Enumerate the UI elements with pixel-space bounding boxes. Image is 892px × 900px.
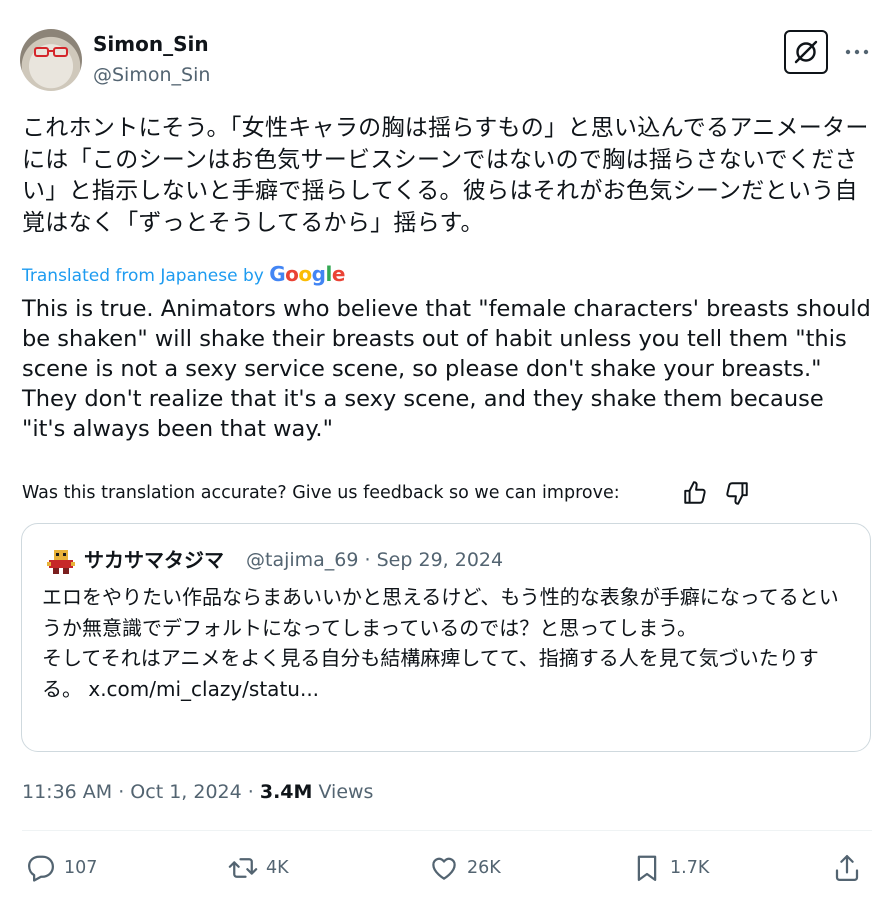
- post-timestamp: 11:36 AM · Oct 1, 2024 · 3.4M Views: [22, 778, 373, 806]
- view-count: 3.4M: [259, 781, 313, 803]
- thumbs-down-icon[interactable]: [724, 480, 750, 506]
- more-horizontal-icon: [845, 49, 869, 55]
- quoted-tweet[interactable]: サカサマタジマ @tajima_69 · Sep 29, 2024 エロをやりた…: [21, 523, 871, 752]
- reply-count: 107: [64, 858, 98, 878]
- quoted-date: Sep 29, 2024: [376, 549, 504, 571]
- reply-button[interactable]: 107: [26, 850, 97, 886]
- like-count: 26K: [467, 858, 501, 878]
- bookmark-button[interactable]: 1.7K: [632, 850, 709, 886]
- more-options-button[interactable]: [842, 34, 872, 70]
- glasses-icon: [34, 47, 68, 57]
- heart-icon: [432, 857, 456, 880]
- author-handle[interactable]: @Simon_Sin: [93, 63, 210, 87]
- bookmark-count: 1.7K: [670, 858, 710, 878]
- translation-feedback-prompt: Was this translation accurate? Give us f…: [22, 483, 620, 503]
- reply-icon: [28, 855, 54, 882]
- quoted-text: エロをやりたい作品ならまあいいかと思えるけど、もう性的な表象が手癖になってるとい…: [42, 585, 839, 701]
- share-icon: [835, 855, 859, 881]
- bookmark-icon: [637, 855, 657, 881]
- repost-count: 4K: [266, 858, 289, 878]
- quoted-author-avatar[interactable]: [46, 549, 76, 575]
- repost-button[interactable]: 4K: [228, 850, 289, 886]
- translated-label: Translated from Japanese by: [22, 266, 264, 286]
- quoted-meta-separator: ·: [364, 549, 371, 571]
- grok-icon: [794, 40, 818, 64]
- post-time-date[interactable]: 11:36 AM · Oct 1, 2024 ·: [22, 781, 260, 803]
- author-name[interactable]: Simon_Sin: [93, 32, 209, 56]
- quoted-author-name: サカサマタジマ: [84, 548, 224, 572]
- quoted-meta: @tajima_69 · Sep 29, 2024: [246, 546, 503, 574]
- quoted-author-handle: @tajima_69: [246, 549, 359, 571]
- grok-button[interactable]: [784, 30, 828, 74]
- post-original-text: これホントにそう。「女性キャラの胸は揺らすもの」と思い込んでるアニメーターには「…: [22, 115, 869, 236]
- repost-icon: [228, 858, 258, 878]
- share-button[interactable]: [832, 850, 870, 886]
- thumbs-up-icon[interactable]: [682, 480, 708, 506]
- divider: [22, 830, 872, 831]
- author-avatar[interactable]: [20, 29, 82, 91]
- views-label: Views: [312, 781, 374, 803]
- like-button[interactable]: 26K: [429, 850, 501, 886]
- translation-attribution[interactable]: Translated from Japanese by Google: [22, 262, 345, 288]
- post-translated-text: This is true. Animators who believe that…: [22, 296, 871, 442]
- google-logo: Google: [269, 262, 345, 286]
